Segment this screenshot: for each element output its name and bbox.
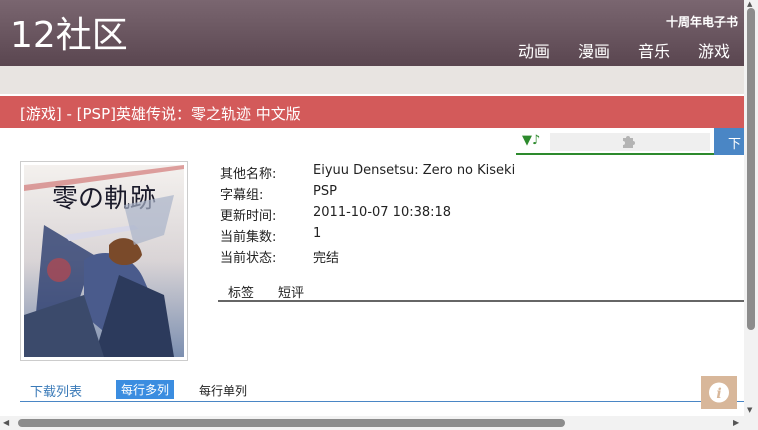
nav-manga[interactable]: 漫画 (578, 38, 610, 62)
info-label: 当前状态: (220, 251, 277, 266)
scroll-left-icon[interactable]: ◀ (3, 418, 9, 427)
info-row-alt-name: 其他名称: Eiyuu Densetsu: Zero no Kiseki (220, 163, 515, 184)
scrollbar-corner (744, 416, 758, 430)
download-button-label: 下 (728, 137, 742, 152)
scroll-right-icon[interactable]: ▶ (733, 418, 739, 427)
vertical-scrollbar[interactable]: ▲ ▼ (744, 0, 758, 416)
scroll-down-icon[interactable]: ▼ (747, 406, 752, 414)
page-title-bar: [游戏] - [PSP]英雄传说：零之轨迹 中文版 (0, 96, 744, 128)
vertical-scroll-thumb[interactable] (747, 8, 755, 330)
info-value: 1 (313, 226, 322, 241)
info-button[interactable]: i (701, 376, 737, 409)
info-label: 更新时间: (220, 209, 277, 224)
sub-bar (0, 66, 744, 94)
music-note-icon[interactable]: ▼♪ (522, 133, 540, 148)
scroll-up-icon[interactable]: ▲ (747, 0, 752, 8)
horizontal-scroll-thumb[interactable] (18, 419, 565, 427)
info-label: 字幕组: (220, 188, 264, 203)
download-list-heading[interactable]: 下载列表 (30, 381, 82, 400)
multi-column-toggle[interactable]: 每行多列 (116, 380, 175, 399)
tab-tags[interactable]: 标签 (228, 282, 254, 301)
info-value: Eiyuu Densetsu: Zero no Kiseki (313, 163, 516, 178)
single-column-toggle[interactable]: 每行单列 (199, 382, 247, 399)
download-list-section: 下载列表 每行多列 每行单列 (20, 379, 744, 402)
site-logo[interactable]: 12社区 (10, 14, 128, 58)
download-button[interactable]: 下 (714, 128, 744, 155)
info-value: PSP (313, 184, 337, 199)
info-label: 当前集数: (220, 230, 277, 245)
info-row-status: 当前状态: 完结 (220, 247, 515, 268)
main-nav: 动画 漫画 音乐 游戏 (518, 38, 730, 62)
info-row-subtitle-group: 字幕组: PSP (220, 184, 515, 205)
plugin-placeholder[interactable] (550, 133, 710, 151)
nav-games[interactable]: 游戏 (698, 38, 730, 62)
info-value: 完结 (313, 251, 340, 266)
tab-reviews[interactable]: 短评 (278, 282, 304, 301)
info-value: 2011-10-07 10:38:18 (313, 205, 452, 220)
ebook-link[interactable]: 十周年电子书 (666, 13, 738, 30)
svg-text:i: i (716, 386, 721, 402)
page-title: [游戏] - [PSP]英雄传说：零之轨迹 中文版 (20, 105, 301, 123)
horizontal-scrollbar[interactable]: ◀ ▶ (0, 416, 744, 430)
nav-music[interactable]: 音乐 (638, 38, 670, 62)
info-table: 其他名称: Eiyuu Densetsu: Zero no Kiseki 字幕组… (220, 163, 515, 268)
info-row-episodes: 当前集数: 1 (220, 226, 515, 247)
nav-anime[interactable]: 动画 (518, 38, 550, 62)
music-player: ▼♪ (516, 131, 714, 155)
info-icon: i (709, 382, 729, 403)
detail-tabs: 标签 短评 (218, 282, 744, 302)
puzzle-piece-icon (623, 136, 635, 148)
info-row-update-time: 更新时间: 2011-10-07 10:38:18 (220, 205, 515, 226)
cover-image: 零の軌跡 (20, 161, 188, 361)
info-label: 其他名称: (220, 167, 277, 182)
cover-art: 零の軌跡 (24, 165, 184, 357)
site-header: 12社区 十周年电子书 动画 漫画 音乐 游戏 (0, 0, 744, 66)
